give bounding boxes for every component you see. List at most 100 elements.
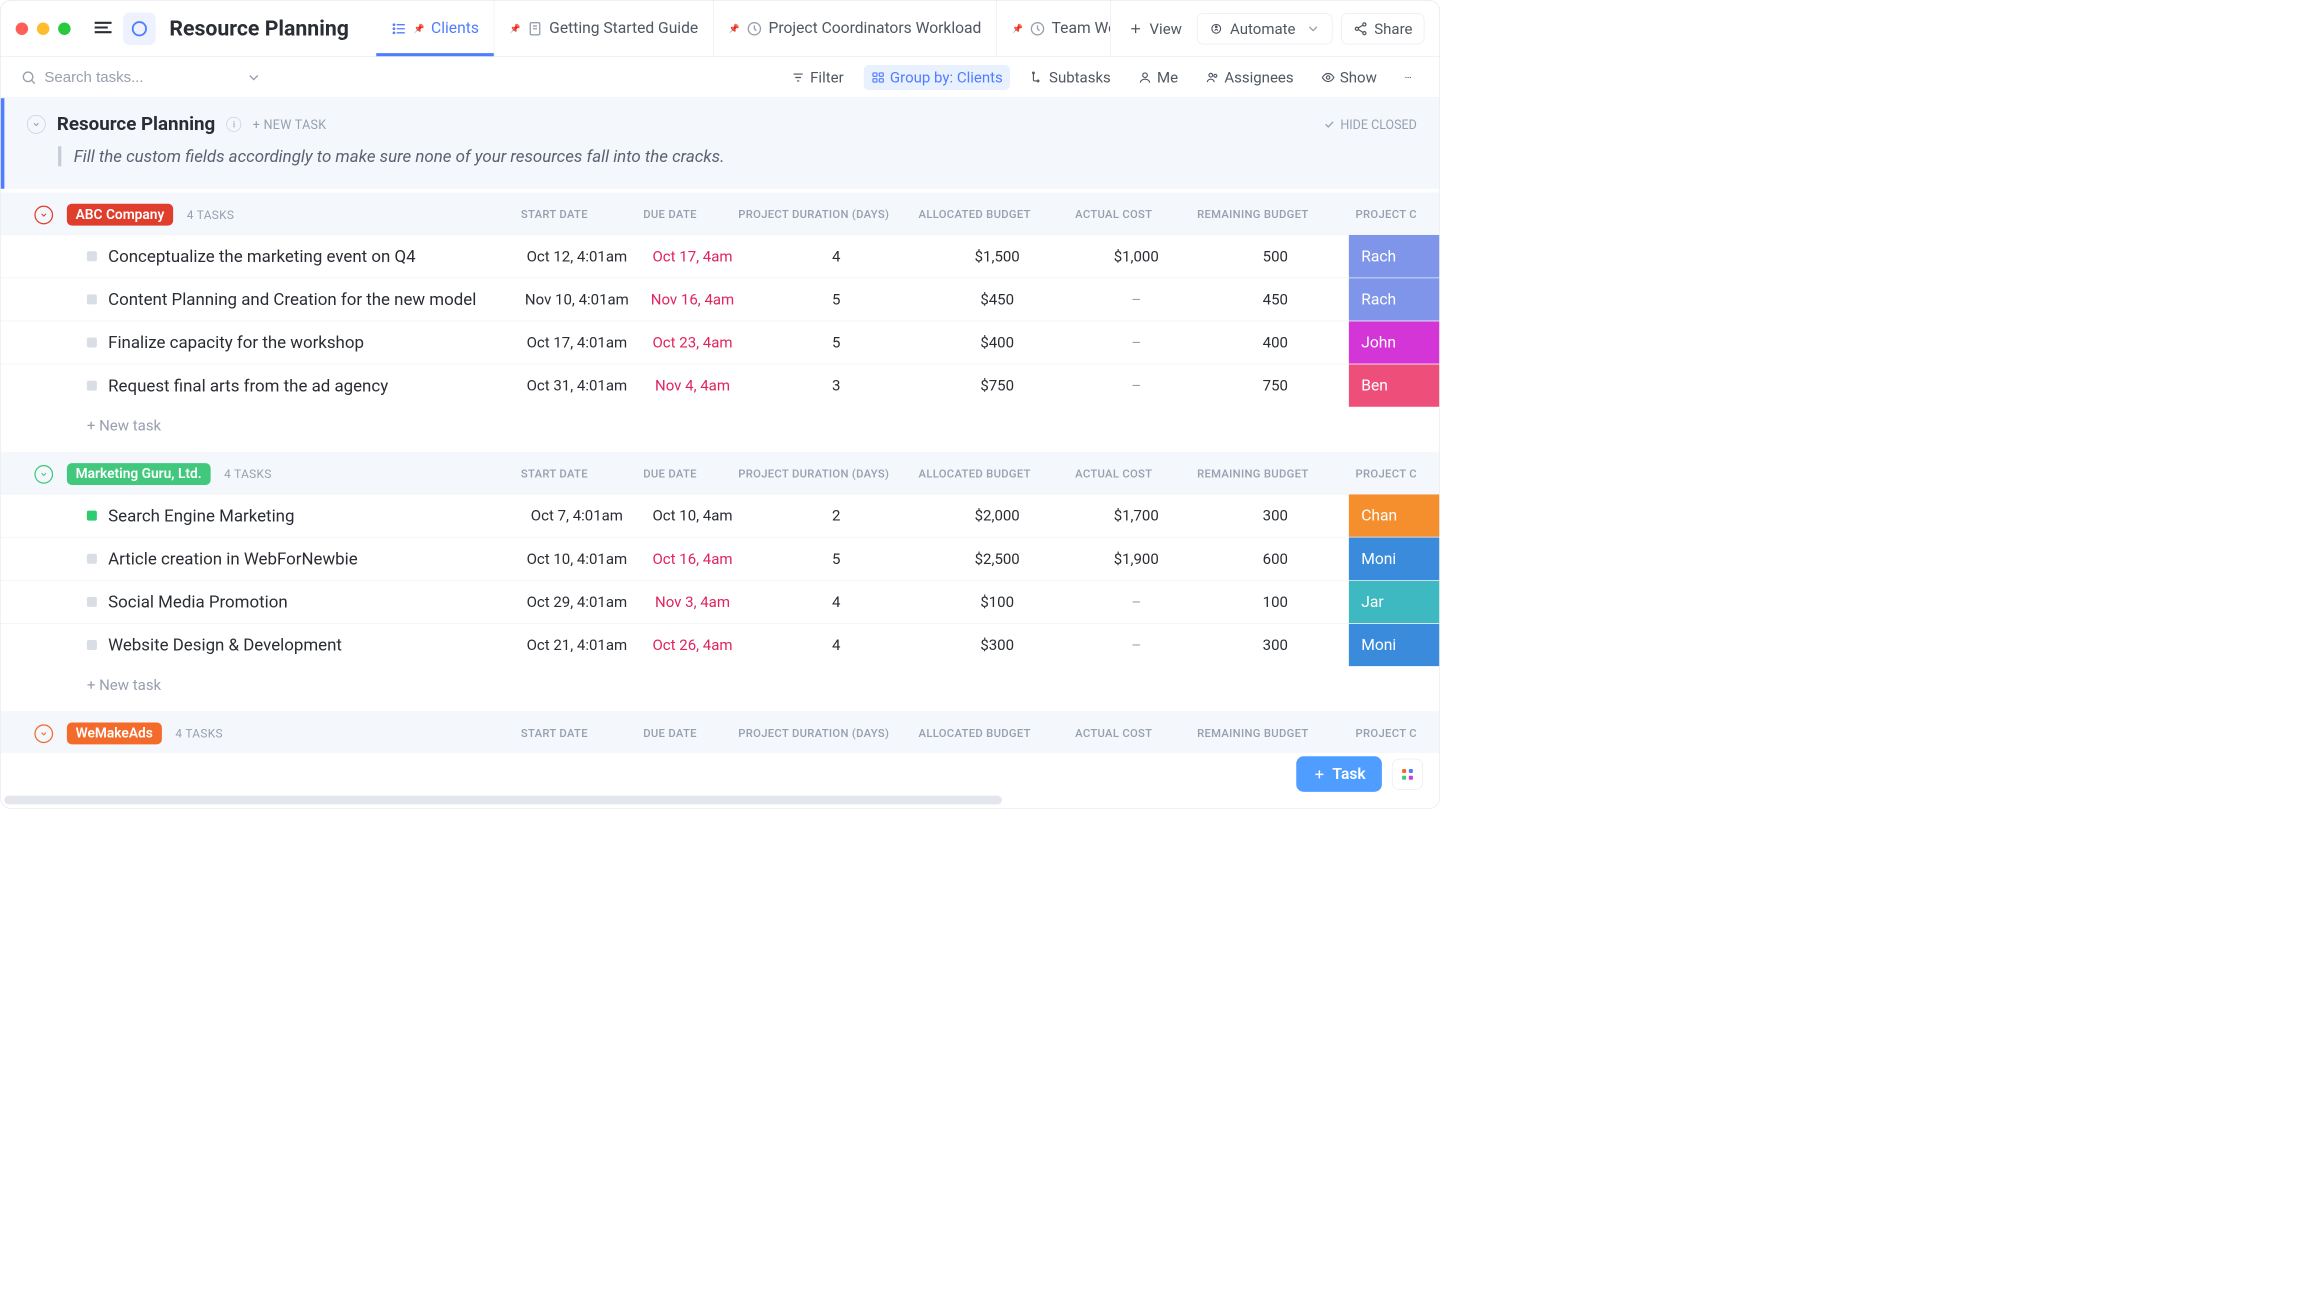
col-remaining[interactable]: REMAINING BUDGET xyxy=(1179,468,1326,481)
task-row[interactable]: Finalize capacity for the workshop Oct 1… xyxy=(1,321,1440,364)
col-duration[interactable]: PROJECT DURATION (DAYS) xyxy=(726,208,901,221)
due-date-cell[interactable]: Oct 23, 4am xyxy=(636,321,749,364)
status-icon[interactable] xyxy=(87,597,97,607)
task-row[interactable]: Search Engine Marketing Oct 7, 4:01am Oc… xyxy=(1,494,1440,537)
remaining-cell[interactable]: 450 xyxy=(1202,278,1349,321)
actual-cell[interactable]: – xyxy=(1071,278,1202,321)
due-date-cell[interactable]: Nov 4, 4am xyxy=(636,364,749,407)
collapse-group-icon[interactable] xyxy=(34,724,53,743)
show-button[interactable]: Show xyxy=(1314,65,1385,90)
col-due[interactable]: DUE DATE xyxy=(614,727,727,740)
col-coordinator[interactable]: PROJECT C xyxy=(1326,468,1417,481)
allocated-cell[interactable]: $2,000 xyxy=(924,494,1071,537)
create-task-fab[interactable]: Task xyxy=(1296,756,1382,792)
task-row[interactable]: Social Media Promotion Oct 29, 4:01am No… xyxy=(1,580,1440,623)
coordinator-cell[interactable]: John xyxy=(1349,321,1440,364)
start-date-cell[interactable]: Oct 17, 4:01am xyxy=(518,321,637,364)
remaining-cell[interactable]: 750 xyxy=(1202,364,1349,407)
coordinator-cell[interactable]: Rach xyxy=(1349,278,1440,321)
task-name-cell[interactable]: Conceptualize the marketing event on Q4 xyxy=(1,235,518,278)
task-name-cell[interactable]: Finalize capacity for the workshop xyxy=(1,321,518,364)
coordinator-cell[interactable]: Rach xyxy=(1349,235,1440,278)
task-row[interactable]: Article creation in WebForNewbie Oct 10,… xyxy=(1,537,1440,580)
start-date-cell[interactable]: Oct 12, 4:01am xyxy=(518,235,637,278)
group-name-badge[interactable]: Marketing Guru, Ltd. xyxy=(67,463,211,485)
status-icon[interactable] xyxy=(87,381,97,391)
task-name-cell[interactable]: Article creation in WebForNewbie xyxy=(1,538,518,581)
allocated-cell[interactable]: $450 xyxy=(924,278,1071,321)
coordinator-cell[interactable]: Chan xyxy=(1349,494,1440,537)
due-date-cell[interactable]: Oct 26, 4am xyxy=(636,624,749,667)
filter-button[interactable]: Filter xyxy=(784,65,851,90)
task-name-cell[interactable]: Website Design & Development xyxy=(1,624,518,667)
actual-cell[interactable]: $1,700 xyxy=(1071,494,1202,537)
coordinator-cell[interactable]: Ben xyxy=(1349,364,1440,407)
assignees-button[interactable]: Assignees xyxy=(1198,65,1301,90)
actual-cell[interactable]: $1,000 xyxy=(1071,235,1202,278)
status-icon[interactable] xyxy=(87,251,97,261)
collapse-group-icon[interactable] xyxy=(34,205,53,224)
col-duration[interactable]: PROJECT DURATION (DAYS) xyxy=(726,468,901,481)
new-task-button[interactable]: + NEW TASK xyxy=(253,117,327,132)
start-date-cell[interactable]: Nov 10, 4:01am xyxy=(518,278,637,321)
close-window-icon[interactable] xyxy=(16,22,29,35)
col-actual[interactable]: ACTUAL COST xyxy=(1048,468,1179,481)
col-allocated[interactable]: ALLOCATED BUDGET xyxy=(901,208,1048,221)
task-name-cell[interactable]: Content Planning and Creation for the ne… xyxy=(1,278,518,321)
allocated-cell[interactable]: $2,500 xyxy=(924,538,1071,581)
allocated-cell[interactable]: $750 xyxy=(924,364,1071,407)
add-task-row[interactable]: + New task xyxy=(1,407,1440,448)
actual-cell[interactable]: – xyxy=(1071,581,1202,624)
due-date-cell[interactable]: Oct 10, 4am xyxy=(636,494,749,537)
info-icon[interactable]: i xyxy=(227,117,242,132)
col-remaining[interactable]: REMAINING BUDGET xyxy=(1179,208,1326,221)
subtasks-button[interactable]: Subtasks xyxy=(1023,65,1119,90)
workspace-icon[interactable] xyxy=(123,12,156,45)
due-date-cell[interactable]: Nov 3, 4am xyxy=(636,581,749,624)
remaining-cell[interactable]: 300 xyxy=(1202,494,1349,537)
actual-cell[interactable]: – xyxy=(1071,321,1202,364)
col-allocated[interactable]: ALLOCATED BUDGET xyxy=(901,468,1048,481)
status-icon[interactable] xyxy=(87,554,97,564)
duration-cell[interactable]: 2 xyxy=(749,494,924,537)
collapse-section-icon[interactable] xyxy=(27,115,46,134)
due-date-cell[interactable]: Oct 16, 4am xyxy=(636,538,749,581)
actual-cell[interactable]: – xyxy=(1071,624,1202,667)
col-due[interactable]: DUE DATE xyxy=(614,468,727,481)
col-start[interactable]: START DATE xyxy=(495,468,614,481)
add-task-row[interactable]: + New task xyxy=(1,666,1440,707)
coordinator-cell[interactable]: Moni xyxy=(1349,624,1440,667)
allocated-cell[interactable]: $1,500 xyxy=(924,235,1071,278)
collapse-group-icon[interactable] xyxy=(34,465,53,484)
duration-cell[interactable]: 4 xyxy=(749,235,924,278)
hide-closed-button[interactable]: HIDE CLOSED xyxy=(1323,117,1417,132)
start-date-cell[interactable]: Oct 29, 4:01am xyxy=(518,581,637,624)
col-duration[interactable]: PROJECT DURATION (DAYS) xyxy=(726,727,901,740)
actual-cell[interactable]: – xyxy=(1071,364,1202,407)
group-name-badge[interactable]: WeMakeAds xyxy=(67,723,162,745)
allocated-cell[interactable]: $400 xyxy=(924,321,1071,364)
task-row[interactable]: Conceptualize the marketing event on Q4 … xyxy=(1,234,1440,277)
remaining-cell[interactable]: 400 xyxy=(1202,321,1349,364)
group-name-badge[interactable]: ABC Company xyxy=(67,204,173,226)
task-name-cell[interactable]: Social Media Promotion xyxy=(1,581,518,624)
menu-toggle-icon[interactable] xyxy=(92,16,115,41)
me-button[interactable]: Me xyxy=(1131,65,1186,90)
task-name-cell[interactable]: Search Engine Marketing xyxy=(1,494,518,537)
task-row[interactable]: Website Design & Development Oct 21, 4:0… xyxy=(1,623,1440,666)
col-due[interactable]: DUE DATE xyxy=(614,208,727,221)
col-remaining[interactable]: REMAINING BUDGET xyxy=(1179,727,1326,740)
due-date-cell[interactable]: Nov 16, 4am xyxy=(636,278,749,321)
more-options-icon[interactable] xyxy=(1397,67,1420,88)
status-icon[interactable] xyxy=(87,294,97,304)
tab-getting-started[interactable]: 📌 Getting Started Guide xyxy=(495,1,714,57)
start-date-cell[interactable]: Oct 31, 4:01am xyxy=(518,364,637,407)
search-tasks[interactable] xyxy=(21,68,262,86)
task-row[interactable]: Content Planning and Creation for the ne… xyxy=(1,278,1440,321)
col-start[interactable]: START DATE xyxy=(495,208,614,221)
coordinator-cell[interactable]: Moni xyxy=(1349,538,1440,581)
col-start[interactable]: START DATE xyxy=(495,727,614,740)
search-input[interactable] xyxy=(44,68,238,86)
col-actual[interactable]: ACTUAL COST xyxy=(1048,727,1179,740)
duration-cell[interactable]: 4 xyxy=(749,624,924,667)
